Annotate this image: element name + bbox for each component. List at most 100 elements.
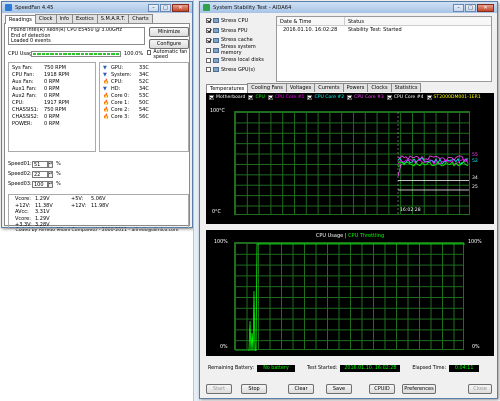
speed-name: Speed02: bbox=[8, 171, 32, 177]
tab-s-m-a-r-t[interactable]: S.M.A.R.T. bbox=[96, 14, 130, 23]
legend-checkbox[interactable] bbox=[307, 94, 313, 100]
minimize-button[interactable]: Minimize bbox=[149, 27, 189, 37]
stress-option[interactable]: Stress system memory bbox=[206, 44, 276, 56]
flame-icon: 🔥 bbox=[103, 113, 110, 120]
fan-name: CHASSIS1: bbox=[12, 106, 39, 113]
legend-checkbox[interactable] bbox=[386, 94, 392, 100]
checkbox-box[interactable] bbox=[147, 50, 152, 55]
close-window-icon[interactable]: ✕ bbox=[172, 3, 189, 12]
preferences-button[interactable]: Preferences bbox=[402, 384, 436, 394]
cpuid-button[interactable]: CPUID bbox=[369, 384, 395, 394]
legend-label: CPU Core #3 bbox=[354, 94, 384, 100]
stress-checkbox[interactable] bbox=[206, 47, 211, 53]
row-datetime: 2016.01.10. 16:02:28 bbox=[283, 27, 338, 33]
legend-item[interactable]: CPU Core #3 bbox=[347, 94, 384, 100]
legend-checkbox[interactable] bbox=[347, 94, 353, 100]
stress-label: Stress GPU(s) bbox=[221, 66, 256, 73]
fan-name: CPU: bbox=[12, 99, 24, 106]
legend-item[interactable]: ST2000DM001-1ER1 bbox=[426, 94, 481, 100]
end-value-1: 55 bbox=[472, 153, 478, 158]
speed-unit: % bbox=[56, 161, 61, 167]
close-window-icon[interactable]: ✕ bbox=[477, 3, 494, 12]
stress-option[interactable]: Stress FPU bbox=[206, 26, 276, 36]
tab-info[interactable]: Info bbox=[55, 14, 73, 23]
aida-app-icon bbox=[203, 4, 210, 11]
fan-down-icon: ▼ bbox=[103, 85, 107, 92]
temperature-section: Motherboard CPU CPU Core #1 CPU Core #2 CPU … bbox=[206, 93, 494, 224]
aida-titlebar[interactable]: System Stability Test - AIDA64 – □ ✕ bbox=[200, 2, 497, 13]
close-button[interactable]: Close bbox=[468, 384, 492, 394]
fan-row: CPU: 1917 RPM bbox=[12, 99, 92, 106]
col-header-datetime[interactable]: Date & Time bbox=[277, 17, 345, 25]
stress-checkbox[interactable] bbox=[206, 28, 211, 34]
legend-item[interactable]: CPU Core #1 bbox=[267, 94, 304, 100]
col-header-status[interactable]: Status bbox=[345, 17, 367, 25]
legend-checkbox[interactable] bbox=[426, 94, 432, 100]
stress-option[interactable]: Stress GPU(s) bbox=[206, 65, 276, 75]
fan-value: 750 RPM bbox=[44, 64, 66, 71]
start-button[interactable]: Start bbox=[206, 384, 232, 394]
tab-clocks[interactable]: Clocks bbox=[367, 83, 392, 92]
speedfan-titlebar[interactable]: SpeedFan 4.45 – □ ✕ bbox=[2, 2, 192, 13]
tab-exotics[interactable]: Exotics bbox=[71, 14, 98, 23]
stress-checkbox[interactable] bbox=[206, 37, 211, 43]
maximize-window-icon[interactable]: □ bbox=[160, 3, 171, 12]
legend-item[interactable]: Motherboard bbox=[209, 94, 245, 100]
legend-checkbox[interactable] bbox=[248, 94, 254, 100]
legend-item[interactable]: CPU Core #2 bbox=[307, 94, 344, 100]
tab-readings[interactable]: Readings bbox=[5, 15, 36, 24]
fan-value: 0 RPM bbox=[44, 120, 60, 127]
speed-name: Speed03: bbox=[8, 181, 32, 187]
button-bar: Start Stop Clear Save CPUID Preferences … bbox=[206, 384, 494, 396]
temp-name: System: bbox=[111, 71, 132, 78]
auto-fan-label: Automatic fan speed bbox=[153, 50, 188, 60]
speed-input[interactable]: 22 bbox=[32, 170, 48, 178]
speed-spinner-icon[interactable]: ▴▾ bbox=[48, 180, 53, 188]
stress-checkbox[interactable] bbox=[206, 67, 211, 73]
maximize-window-icon[interactable]: □ bbox=[465, 3, 476, 12]
minimize-window-icon[interactable]: – bbox=[453, 3, 464, 12]
stress-option[interactable]: Stress CPU bbox=[206, 16, 276, 26]
fan-value: 1917 RPM bbox=[44, 99, 70, 106]
legend-checkbox[interactable] bbox=[209, 94, 214, 100]
fan-value: 0 RPM bbox=[44, 113, 60, 120]
clear-button[interactable]: Clear bbox=[288, 384, 314, 394]
tab-voltages[interactable]: Voltages bbox=[285, 83, 316, 92]
legend-checkbox[interactable] bbox=[267, 94, 273, 100]
voltages-panel: Vcore: 1.29V +12V: 11.38V AVcc: 3.31V Vcore: 1.… bbox=[8, 194, 189, 229]
stop-button[interactable]: Stop bbox=[241, 384, 267, 394]
speed-spinner-icon[interactable]: ▴▾ bbox=[48, 170, 53, 178]
legend-item[interactable]: CPU bbox=[248, 94, 265, 100]
tab-statistics[interactable]: Statistics bbox=[390, 83, 422, 92]
auto-fan-speed-checkbox[interactable]: Automatic fan speed bbox=[147, 50, 193, 60]
tab-clock[interactable]: Clock bbox=[34, 14, 57, 23]
fan-row: POWER: 0 RPM bbox=[12, 120, 92, 127]
configure-button[interactable]: Configure bbox=[149, 39, 189, 49]
save-button[interactable]: Save bbox=[326, 384, 352, 394]
stress-checkbox[interactable] bbox=[206, 18, 211, 24]
stress-checkbox[interactable] bbox=[206, 57, 211, 63]
tab-powers[interactable]: Powers bbox=[342, 83, 369, 92]
speedfan-readings-panel: Found Intel(R) Xeon(R) CPU E5450 @ 3.00G… bbox=[4, 23, 193, 229]
fan-down-icon: ▼ bbox=[103, 71, 107, 78]
table-row[interactable]: 2016.01.10. 16:02:28 Stability Test: Sta… bbox=[277, 26, 491, 34]
speed-spinner-icon[interactable]: ▴▾ bbox=[48, 160, 53, 168]
fan-value: 0 RPM bbox=[44, 78, 60, 85]
voltage-value: 3.28V bbox=[35, 222, 50, 229]
speed-input[interactable]: 51 bbox=[32, 160, 48, 168]
fan-row: Aux Fan: 0 RPM bbox=[12, 78, 92, 85]
tab-temperatures[interactable]: Temperatures bbox=[206, 84, 249, 93]
stress-option[interactable]: Stress local disks bbox=[206, 55, 276, 65]
speed-input[interactable]: 100 bbox=[32, 180, 48, 188]
voltage-name: +3.3V: bbox=[15, 222, 32, 229]
fan-name: Aux2 Fan: bbox=[12, 92, 37, 99]
test-started-value: 2016.01.10. 16:02:28 bbox=[340, 364, 401, 372]
tab-currents[interactable]: Currents bbox=[314, 83, 344, 92]
tab-charts[interactable]: Charts bbox=[128, 14, 153, 23]
tab-cooling-fans[interactable]: Cooling Fans bbox=[247, 83, 287, 92]
end-value-2: 52 bbox=[472, 159, 478, 164]
aida-sensor-tabs: Temperatures Cooling Fans Voltages Currents… bbox=[206, 83, 422, 93]
row-status: Stability Test: Started bbox=[348, 27, 402, 33]
legend-item[interactable]: CPU Core #4 bbox=[386, 94, 424, 100]
minimize-window-icon[interactable]: – bbox=[148, 3, 159, 12]
